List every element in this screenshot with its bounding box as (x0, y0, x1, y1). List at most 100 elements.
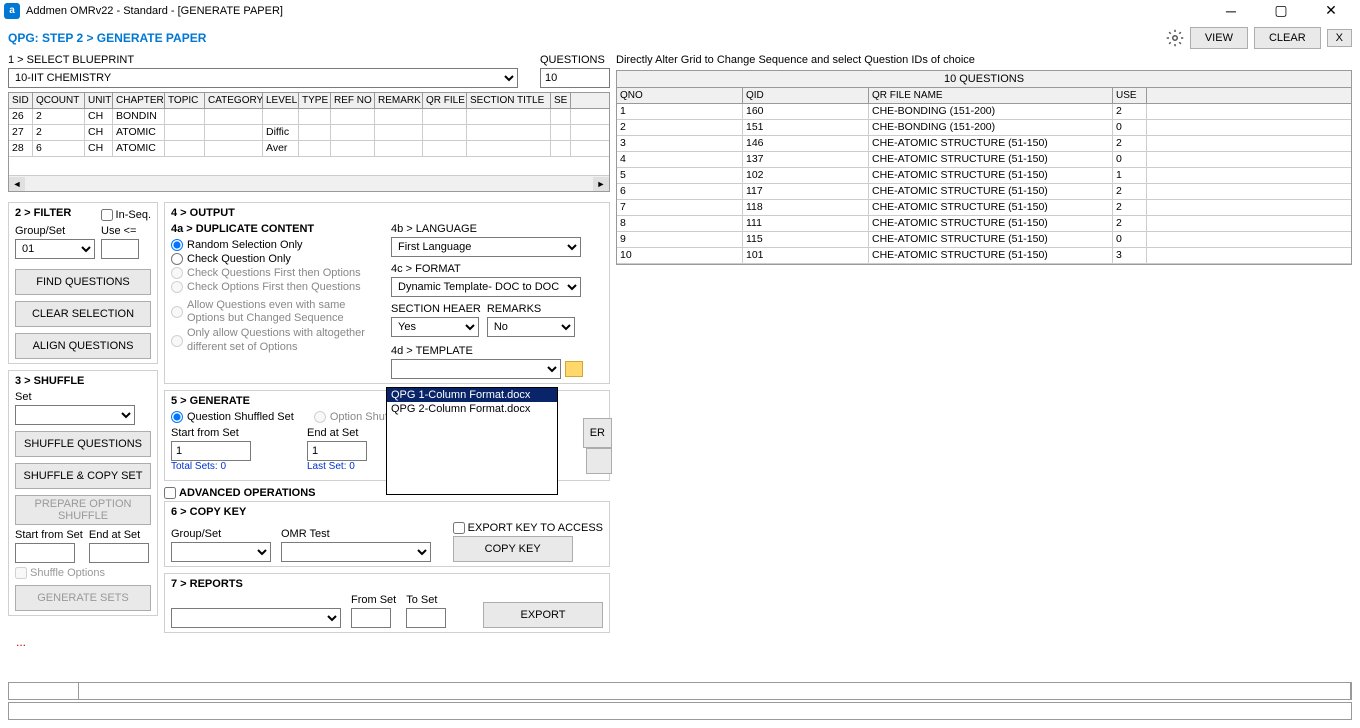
table-row[interactable]: 5102CHE-ATOMIC STRUCTURE (51-150)1 (617, 168, 1351, 184)
from-set-input[interactable] (351, 608, 391, 628)
horizontal-scrollbar[interactable]: ◄► (9, 175, 609, 191)
remarks-select[interactable]: No (487, 317, 575, 337)
table-row[interactable]: 10101CHE-ATOMIC STRUCTURE (51-150)3 (617, 248, 1351, 264)
table-row[interactable]: 272CHATOMICDiffic (9, 125, 609, 141)
table-row[interactable]: 1160CHE-BONDING (151-200)2 (617, 104, 1351, 120)
table-row[interactable]: 286CHATOMICAver (9, 141, 609, 157)
start-from-label: Start from Set (15, 529, 83, 541)
set-select[interactable] (15, 405, 135, 425)
close-panel-button[interactable]: X (1327, 29, 1352, 47)
maximize-button[interactable]: ▢ (1266, 1, 1296, 21)
shuffle-panel: 3 > SHUFFLE Set SHUFFLE QUESTIONS SHUFFL… (8, 370, 158, 616)
to-set-label: To Set (406, 594, 446, 606)
shuffle-questions-button[interactable]: SHUFFLE QUESTIONS (15, 431, 151, 457)
inseq-checkbox[interactable]: In-Seq. (101, 209, 151, 221)
bp-header-cell[interactable]: SECTION TITLE (467, 93, 551, 108)
radio-check-q[interactable]: Check Question Only (171, 253, 371, 265)
bp-header-cell[interactable]: LEVEL (263, 93, 299, 108)
window-title: Addmen OMRv22 - Standard - [GENERATE PAP… (26, 5, 1216, 17)
q-header-cell[interactable]: QID (743, 88, 869, 103)
table-row[interactable]: 2151CHE-BONDING (151-200)0 (617, 120, 1351, 136)
to-set-input[interactable] (406, 608, 446, 628)
view-button[interactable]: VIEW (1190, 27, 1248, 49)
template-option[interactable]: QPG 2-Column Format.docx (387, 402, 557, 416)
table-row[interactable]: 7118CHE-ATOMIC STRUCTURE (51-150)2 (617, 200, 1351, 216)
export-key-checkbox[interactable]: EXPORT KEY TO ACCESS (453, 522, 603, 534)
bp-header-cell[interactable]: REF NO (331, 93, 375, 108)
grid-hint: Directly Alter Grid to Change Sequence a… (616, 54, 1352, 66)
questions-input[interactable] (540, 68, 610, 88)
groupset-select[interactable]: 01 (15, 239, 95, 259)
questions-grid[interactable]: 10 QUESTIONS QNOQIDQR FILE NAMEUSE1160CH… (616, 70, 1352, 265)
export-button[interactable]: EXPORT (483, 602, 603, 628)
omr-select[interactable] (281, 542, 431, 562)
blueprint-select[interactable]: 10-IIT CHEMISTRY (8, 68, 518, 88)
filter-title: 2 > FILTER (15, 207, 71, 219)
ck-groupset-select[interactable] (171, 542, 271, 562)
bp-header-cell[interactable]: QR FILE (423, 93, 467, 108)
gen-start-input[interactable] (171, 441, 251, 461)
close-window-button[interactable]: ✕ (1316, 1, 1346, 21)
er-button[interactable]: ER (583, 418, 612, 448)
section-header-select[interactable]: Yes (391, 317, 479, 337)
bp-header-cell[interactable]: QCOUNT (33, 93, 85, 108)
copy-key-button[interactable]: COPY KEY (453, 536, 573, 562)
generate-sets-button: GENERATE SETS (15, 585, 151, 611)
folder-icon[interactable] (565, 361, 583, 377)
shuffle-end-input[interactable] (89, 543, 149, 563)
clear-selection-button[interactable]: CLEAR SELECTION (15, 301, 151, 327)
template-dropdown-open[interactable]: QPG 1-Column Format.docxQPG 2-Column For… (386, 387, 558, 495)
format-select[interactable]: Dynamic Template- DOC to DOC (391, 277, 581, 297)
filter-panel: 2 > FILTER In-Seq. Group/Set 01 Use <= F… (8, 202, 158, 364)
table-row[interactable]: 9115CHE-ATOMIC STRUCTURE (51-150)0 (617, 232, 1351, 248)
copykey-panel: 6 > COPY KEY Group/Set OMR Test EXPORT K… (164, 501, 610, 567)
bp-header-cell[interactable]: CHAPTER (113, 93, 165, 108)
table-row[interactable]: 8111CHE-ATOMIC STRUCTURE (51-150)2 (617, 216, 1351, 232)
bp-header-cell[interactable]: CATEGORY (205, 93, 263, 108)
last-set-label: Last Set: 0 (307, 461, 367, 472)
shuffle-options-checkbox[interactable]: Shuffle Options (15, 567, 151, 579)
app-logo-icon: a (4, 3, 20, 19)
bp-header-cell[interactable]: TYPE (299, 93, 331, 108)
q-header-cell[interactable]: QNO (617, 88, 743, 103)
reports-panel: 7 > REPORTS From Set To Set EXPORT (164, 573, 610, 633)
shuffle-start-input[interactable] (15, 543, 75, 563)
section-header-label: SECTION HEAER (391, 303, 481, 315)
blueprint-label: 1 > SELECT BLUEPRINT (8, 54, 534, 66)
gen-end-input[interactable] (307, 441, 367, 461)
find-questions-button[interactable]: FIND QUESTIONS (15, 269, 151, 295)
q-header-cell[interactable]: USE (1113, 88, 1147, 103)
use-input[interactable] (101, 239, 139, 259)
radio-random[interactable]: Random Selection Only (171, 239, 371, 251)
table-row[interactable]: 3146CHE-ATOMIC STRUCTURE (51-150)2 (617, 136, 1351, 152)
window-titlebar: a Addmen OMRv22 - Standard - [GENERATE P… (0, 0, 1360, 22)
bp-header-cell[interactable]: SE (551, 93, 571, 108)
bp-header-cell[interactable]: SID (9, 93, 33, 108)
radio-only-diff: Only allow Questions with altogether dif… (171, 327, 371, 353)
clear-button[interactable]: CLEAR (1254, 27, 1321, 49)
bp-header-cell[interactable]: UNIT (85, 93, 113, 108)
table-row[interactable]: 4137CHE-ATOMIC STRUCTURE (51-150)0 (617, 152, 1351, 168)
gen-end-label: End at Set (307, 427, 367, 439)
align-questions-button[interactable]: ALIGN QUESTIONS (15, 333, 151, 359)
prepare-option-shuffle-button: PREPARE OPTION SHUFFLE (15, 495, 151, 525)
gear-icon[interactable] (1166, 29, 1184, 47)
radio-qshuffled[interactable]: Question Shuffled Set (171, 411, 294, 423)
shuffle-copy-button[interactable]: SHUFFLE & COPY SET (15, 463, 151, 489)
language-select[interactable]: First Language (391, 237, 581, 257)
minimize-button[interactable]: ─ (1216, 1, 1246, 21)
bp-header-cell[interactable]: TOPIC (165, 93, 205, 108)
table-row[interactable]: 262CHBONDIN (9, 109, 609, 125)
blueprint-grid[interactable]: SIDQCOUNTUNITCHAPTERTOPICCATEGORYLEVELTY… (8, 92, 610, 192)
q-header-cell[interactable]: QR FILE NAME (869, 88, 1113, 103)
reports-select[interactable] (171, 608, 341, 628)
bp-header-cell[interactable]: REMARK (375, 93, 423, 108)
omr-label: OMR Test (281, 528, 431, 540)
table-row[interactable]: 6117CHE-ATOMIC STRUCTURE (51-150)2 (617, 184, 1351, 200)
duplicate-title: 4a > DUPLICATE CONTENT (171, 223, 371, 235)
template-option[interactable]: QPG 1-Column Format.docx (387, 388, 557, 402)
template-select[interactable] (391, 359, 561, 379)
status-dots: ... (8, 633, 610, 651)
groupset-label: Group/Set (15, 225, 95, 237)
hidden-button[interactable] (586, 448, 612, 474)
